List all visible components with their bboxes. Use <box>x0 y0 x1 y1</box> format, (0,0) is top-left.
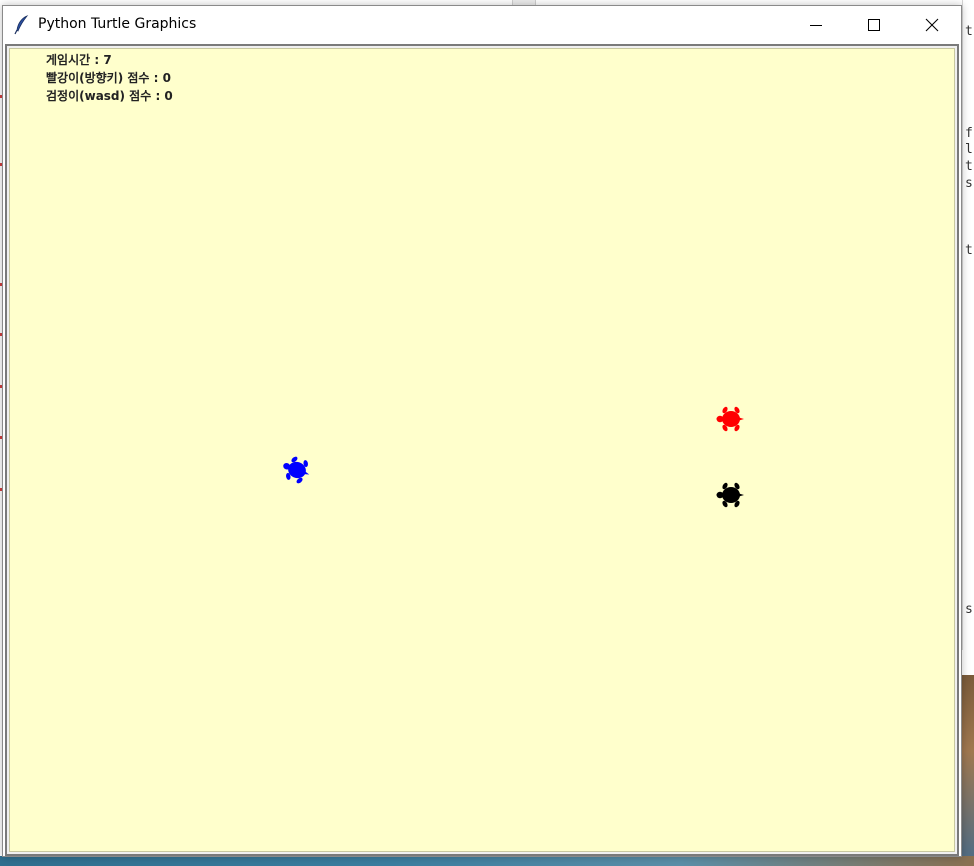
close-icon <box>925 18 939 32</box>
canvas-frame: 게임시간 : 7 빨강이(방향키) 점수 : 0 검정이(wasd) 점수 : … <box>5 44 959 856</box>
turtle-canvas[interactable]: 게임시간 : 7 빨강이(방향키) 점수 : 0 검정이(wasd) 점수 : … <box>9 48 955 852</box>
desktop-wallpaper <box>962 675 974 866</box>
background-text-fragment: t <box>965 159 973 174</box>
background-editor-window: t f l t s t s <box>962 0 974 650</box>
game-time-label: 게임시간 : 7 <box>46 53 112 67</box>
background-text-fragment: t <box>965 24 973 39</box>
background-text-fragment: s <box>965 176 973 191</box>
background-text-fragment: l <box>965 142 973 157</box>
close-button[interactable] <box>903 6 961 44</box>
red-turtle <box>716 406 744 432</box>
title-bar[interactable]: Python Turtle Graphics <box>3 6 961 44</box>
maximize-icon <box>868 19 880 31</box>
feather-icon <box>14 15 30 35</box>
minimize-icon <box>810 25 822 26</box>
maximize-button[interactable] <box>845 6 903 44</box>
background-text-fragment: t <box>965 243 973 258</box>
background-text-fragment: f <box>965 126 973 141</box>
desktop-wallpaper-bottom <box>0 856 974 866</box>
turtle-graphics-window[interactable]: Python Turtle Graphics 게임시간 : 7 빨강이(방향키)… <box>2 5 962 857</box>
blue-turtle <box>283 456 310 484</box>
background-text-fragment: s <box>965 602 973 617</box>
black-score-label: 검정이(wasd) 점수 : 0 <box>46 89 173 103</box>
minimize-button[interactable] <box>787 6 845 44</box>
red-score-label: 빨강이(방향키) 점수 : 0 <box>46 71 171 85</box>
black-turtle <box>716 482 744 508</box>
desktop: t f l t s t s Python Turtle Graphics 게임시… <box>0 0 974 866</box>
window-title: Python Turtle Graphics <box>38 16 197 32</box>
